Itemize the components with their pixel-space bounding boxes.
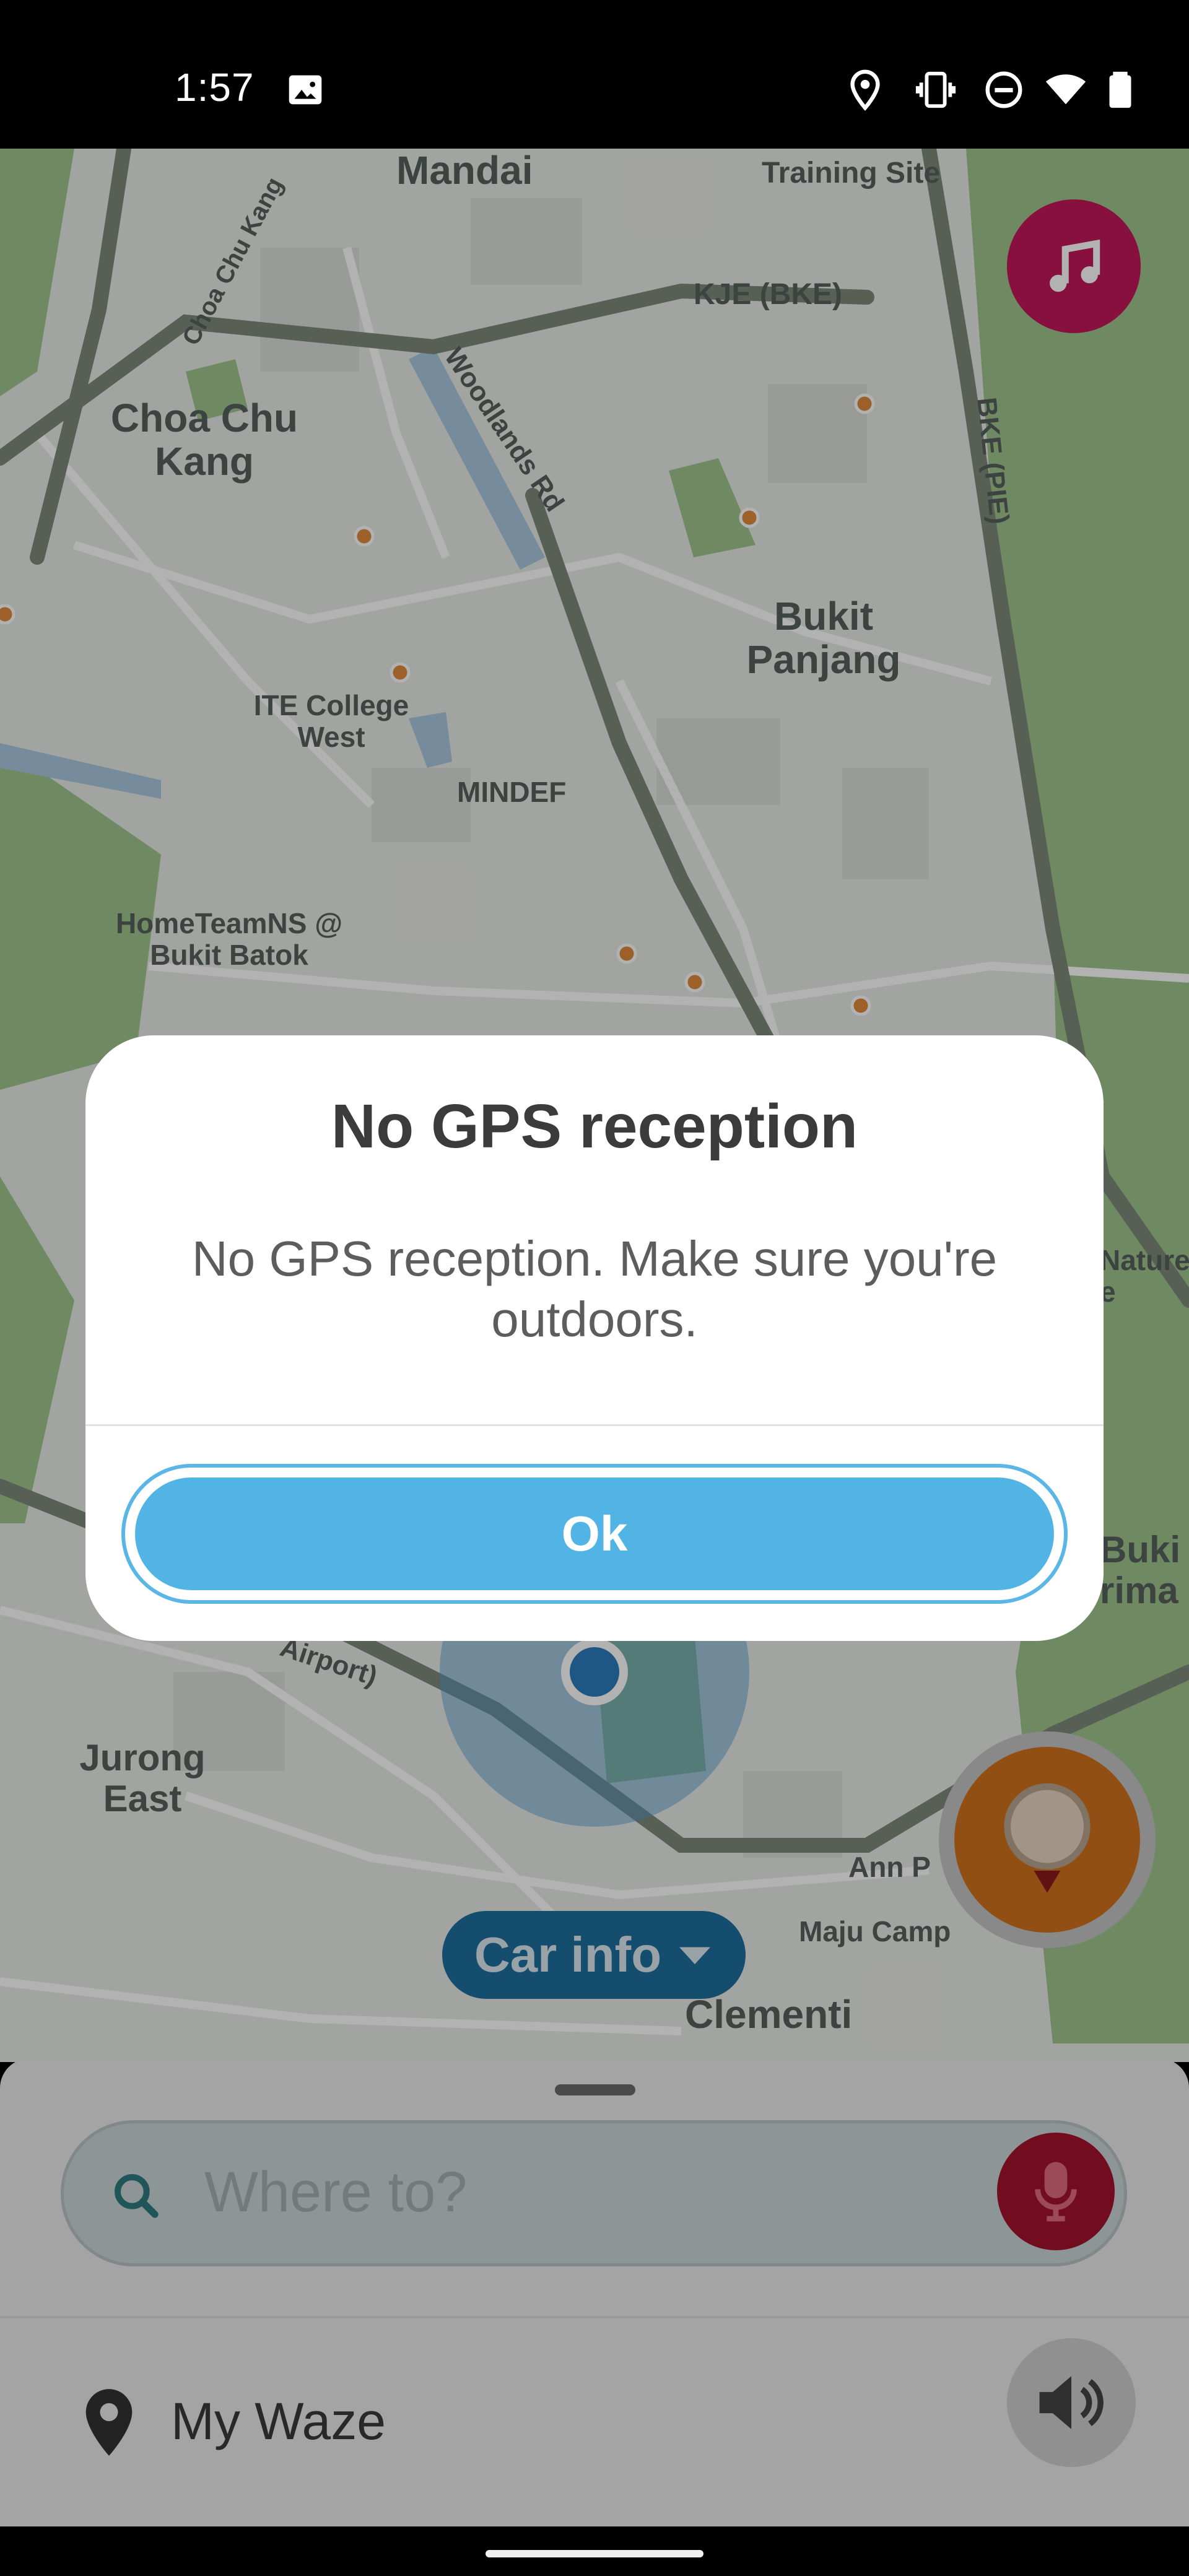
status-bar: 1:57 <box>0 0 1189 149</box>
wifi-icon <box>1045 74 1086 105</box>
ok-button[interactable]: Ok <box>121 1464 1068 1604</box>
dialog-message: No GPS reception. Make sure you're outdo… <box>191 1231 998 1347</box>
dnd-icon <box>985 71 1022 108</box>
vibrate-icon <box>915 71 956 108</box>
status-time: 1:57 <box>175 65 255 110</box>
image-icon <box>289 75 322 105</box>
dialog-divider <box>85 1424 1104 1426</box>
battery-icon <box>1109 71 1131 108</box>
ok-button-label: Ok <box>561 1506 628 1561</box>
gps-alert-dialog: No GPS reception No GPS reception. Make … <box>85 1035 1104 1641</box>
home-indicator[interactable] <box>486 2550 703 2557</box>
location-icon <box>850 69 880 111</box>
dialog-title: No GPS reception <box>331 1092 858 1161</box>
